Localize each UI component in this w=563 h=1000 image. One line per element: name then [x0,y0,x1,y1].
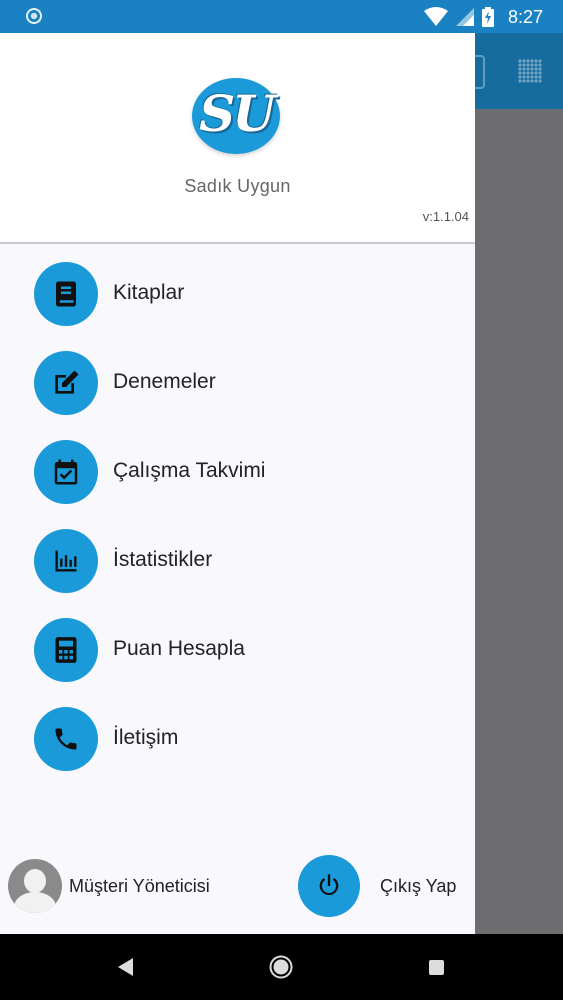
calculator-icon [34,618,98,682]
navigation-drawer: SU Sadık Uygun v:1.1.04 Kitaplar Denemel… [0,33,475,934]
status-bar: 8:27 [0,0,563,33]
logout-button[interactable]: Çıkış Yap [298,855,456,917]
edit-icon [34,351,98,415]
menu-item-kitaplar[interactable]: Kitaplar [0,259,475,329]
drawer-scrim[interactable] [475,109,563,934]
menu-label: Puan Hesapla [113,637,245,660]
recent-apps-icon[interactable] [429,960,444,975]
avatar [8,859,62,913]
menu-label: İstatistikler [113,548,213,571]
app-version: v:1.1.04 [422,209,469,224]
notification-icon [26,8,42,24]
phone-icon [34,707,98,771]
menu-item-istatistikler[interactable]: İstatistikler [0,526,475,596]
signal-icon [455,8,474,26]
drawer-header: SU Sadık Uygun v:1.1.04 [0,33,475,243]
menu-label: Denemeler [113,370,216,393]
app-logo: SU [192,78,280,154]
system-nav-bar [0,934,563,1000]
battery-charging-icon [481,7,494,27]
account-label: Müşteri Yöneticisi [69,875,210,896]
menu-item-puan-hesapla[interactable]: Puan Hesapla [0,615,475,685]
app-toolbar [475,33,563,109]
grid-dots-icon[interactable] [518,59,542,83]
account-button[interactable]: Müşteri Yöneticisi [8,859,210,913]
menu-label: İletişim [113,726,179,749]
status-time: 8:27 [507,6,543,27]
back-icon[interactable] [117,957,135,977]
bar-chart-icon [34,529,98,593]
menu-item-iletisim[interactable]: İletişim [0,704,475,774]
status-icons: 8:27 [423,5,543,29]
header-divider [0,242,475,244]
home-icon[interactable] [269,955,293,979]
avatar-head [24,869,46,893]
menu-item-calisma-takvimi[interactable]: Çalışma Takvimi [0,437,475,507]
toolbar-action-icon[interactable] [475,55,485,89]
logo-text: SU [199,84,276,143]
user-name: Sadık Uygun [184,176,291,196]
wifi-icon [423,7,448,26]
calendar-check-icon [34,440,98,504]
power-icon [298,855,360,917]
avatar-body [14,892,56,913]
logout-label: Çıkış Yap [380,875,457,896]
book-icon [34,262,98,326]
menu-item-denemeler[interactable]: Denemeler [0,348,475,418]
menu-label: Kitaplar [113,281,185,304]
menu-label: Çalışma Takvimi [113,459,266,482]
